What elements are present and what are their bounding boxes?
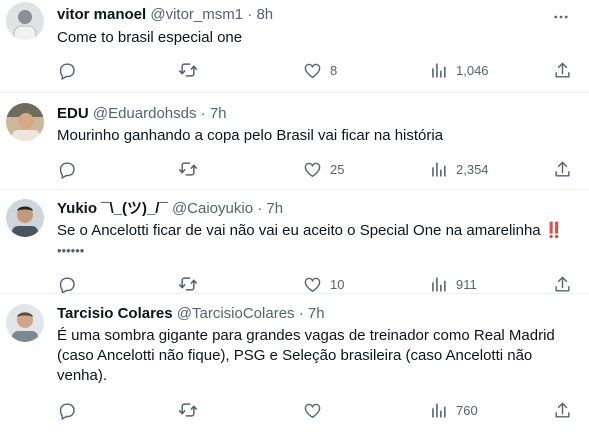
view-count: 911 [456,276,477,292]
like-button[interactable]: 10 [303,274,344,294]
heart-icon [303,61,322,80]
separator-dot: · [200,105,206,122]
views-button[interactable]: 1,046 [429,60,489,80]
user-handle[interactable]: @TarcisioColares [177,305,295,322]
share-icon [553,160,572,179]
views-icon [429,160,448,179]
user-handle[interactable]: @vitor_msm1 [150,6,243,23]
emoji-row: •••••• [57,243,85,258]
share-icon [553,401,572,420]
user-handle[interactable]: @Eduardohsds [93,105,197,122]
retweet-icon [178,159,198,179]
reply-button[interactable] [57,60,76,80]
tweet-actions: 10 911 [57,274,581,294]
share-button[interactable] [553,274,572,294]
tweet-actions: 25 2,354 [57,159,581,179]
reply-button[interactable] [57,274,76,294]
like-button[interactable]: 25 [303,159,344,179]
timestamp[interactable]: 7h [266,200,283,217]
tweet-text-block: Se o Ancelotti ficar de vai não vai eu a… [57,221,577,261]
share-icon [553,61,572,80]
heart-icon [303,160,322,179]
display-name[interactable]: EDU [57,105,89,122]
share-button[interactable] [553,60,572,80]
reply-button[interactable] [57,400,76,420]
tweet-text: Come to brasil especial one [57,29,243,46]
tweet-text: Mourinho ganhando a copa pelo Brasil vai… [57,127,444,144]
tweet-header: Tarcisio Colares @TarcisioColares · 7h [57,304,325,324]
reply-button[interactable] [57,159,76,179]
tweet-actions: 8 1,046 [57,60,581,80]
retweet-button[interactable] [178,400,198,420]
reply-icon [57,401,76,420]
user-handle[interactable]: @Caioyukio [172,200,253,217]
tweet[interactable]: EDU @Eduardohsds · 7h Mourinho ganhando … [0,93,589,189]
heart-icon [303,401,322,420]
reply-icon [57,61,76,80]
avatar[interactable] [6,304,44,342]
like-count: 25 [330,161,345,177]
share-icon [553,275,572,294]
like-count: 8 [330,62,338,78]
reply-icon [57,160,76,179]
views-icon [429,61,448,80]
view-count: 760 [456,402,478,418]
timestamp[interactable]: 7h [210,105,227,122]
tweet-header: vitor manoel @vitor_msm1 · 8h [57,5,273,25]
like-button[interactable] [303,400,330,420]
like-button[interactable]: 8 [303,60,337,80]
views-button[interactable]: 2,354 [429,159,489,179]
view-count: 1,046 [456,62,489,78]
display-name[interactable]: vitor manoel [57,6,146,23]
tweet[interactable]: Tarcisio Colares @TarcisioColares · 7h É… [0,294,589,441]
views-icon [429,275,448,294]
separator-dot: · [257,200,263,217]
like-count: 10 [330,276,345,292]
views-button[interactable]: 911 [429,274,477,294]
avatar[interactable] [6,103,44,141]
display-name[interactable]: Yukio ¯\_(ツ)_/¯ [57,200,168,217]
double-exclamation-emoji: ‼️ [544,222,564,239]
retweet-icon [178,400,198,420]
retweet-button[interactable] [178,274,198,294]
retweet-button[interactable] [178,159,198,179]
separator-dot: · [298,305,304,322]
tweet-header: EDU @Eduardohsds · 7h [57,104,227,124]
avatar[interactable] [6,2,44,40]
more-icon[interactable] [551,7,571,27]
separator-dot: · [247,6,253,23]
display-name[interactable]: Tarcisio Colares [57,305,173,322]
reply-icon [57,275,76,294]
timestamp[interactable]: 8h [256,6,273,23]
tweet[interactable]: Yukio ¯\_(ツ)_/¯ @Caioyukio · 7h Se o Anc… [0,190,589,294]
view-count: 2,354 [456,161,489,177]
tweet-text: É uma sombra gigante para grandes vagas … [57,327,555,384]
views-icon [429,401,448,420]
tweet[interactable]: vitor manoel @vitor_msm1 · 8h Come to br… [0,0,589,92]
tweet-header: Yukio ¯\_(ツ)_/¯ @Caioyukio · 7h [57,199,283,219]
heart-icon [303,275,322,294]
retweet-icon [178,60,198,80]
tweet-actions: 760 [57,400,581,420]
retweet-icon [178,274,198,294]
views-button[interactable]: 760 [429,400,478,420]
share-button[interactable] [553,159,572,179]
avatar[interactable] [6,199,44,237]
retweet-button[interactable] [178,60,198,80]
share-button[interactable] [553,400,572,420]
timestamp[interactable]: 7h [308,305,325,322]
tweet-text: Se o Ancelotti ficar de vai não vai eu a… [57,222,541,239]
